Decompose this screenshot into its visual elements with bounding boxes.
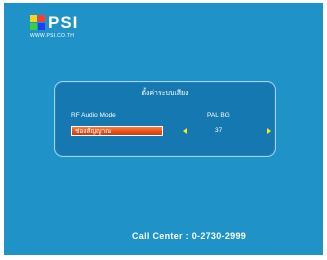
arrow-right-icon[interactable] xyxy=(267,128,271,134)
psi-logo: PSI WWW.PSI.CO.TH xyxy=(30,13,100,45)
psi-logo-icon xyxy=(30,15,45,30)
settings-dialog: ตั้งค่าระบบเสียง RF Audio Mode PAL BG ช่… xyxy=(54,81,276,157)
call-center-text: Call Center : 0-2730-2999 xyxy=(132,231,247,241)
tv-screen: PSI WWW.PSI.CO.TH ตั้งค่าระบบเสียง RF Au… xyxy=(4,3,323,255)
channel-value: 37 xyxy=(215,127,223,134)
rf-audio-mode-value[interactable]: PAL BG xyxy=(207,112,230,119)
logo-url-text: WWW.PSI.CO.TH xyxy=(30,33,75,39)
dialog-title: ตั้งค่าระบบเสียง xyxy=(141,90,189,97)
arrow-left-icon[interactable] xyxy=(183,128,187,134)
channel-row-selected[interactable]: ช่องสัญญาณ xyxy=(71,126,163,136)
rf-audio-mode-label[interactable]: RF Audio Mode xyxy=(71,112,116,119)
logo-brand-text: PSI xyxy=(48,13,79,32)
channel-label: ช่องสัญญาณ xyxy=(75,128,112,135)
